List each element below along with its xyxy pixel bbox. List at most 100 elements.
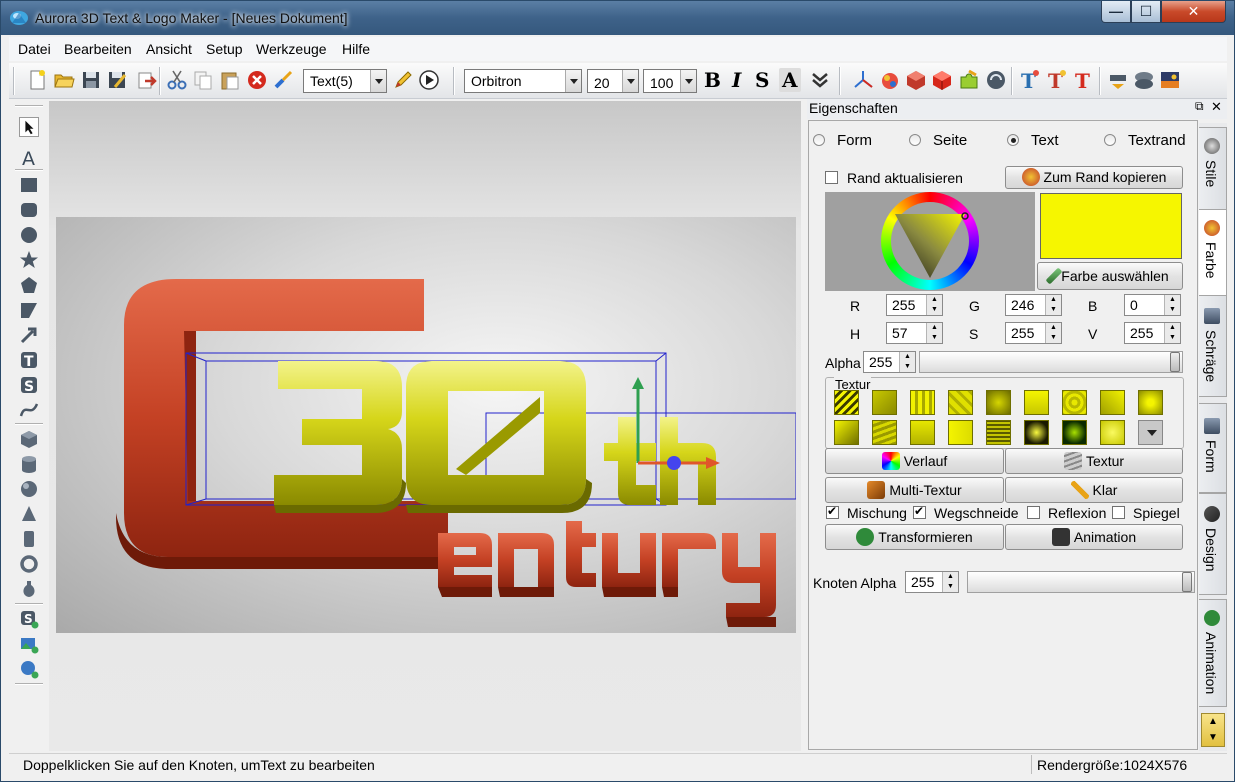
copy-icon[interactable] xyxy=(192,69,214,91)
reflexion-checkbox[interactable] xyxy=(1027,506,1040,519)
red-cube-icon[interactable] xyxy=(931,69,953,91)
r-value-spinner[interactable]: 255 ▲ ▼ xyxy=(886,294,943,316)
sphere-tool-icon[interactable] xyxy=(19,479,39,499)
tab-stile[interactable]: Stile xyxy=(1199,127,1227,219)
slider-thumb[interactable] xyxy=(1170,352,1180,372)
alpha-slider[interactable] xyxy=(919,351,1183,373)
texture-swatch[interactable] xyxy=(872,420,897,445)
multi-textur-button[interactable]: Multi-Textur xyxy=(825,477,1004,503)
chevron-down-icon[interactable] xyxy=(370,70,386,92)
spin-arrows-icon[interactable]: ▲ ▼ xyxy=(926,323,942,343)
text-tool-icon[interactable]: A xyxy=(19,147,39,167)
edit-pencil-icon[interactable] xyxy=(392,69,414,91)
cut-icon[interactable] xyxy=(166,69,188,91)
spiegel-checkbox[interactable] xyxy=(1112,506,1125,519)
torus-icon[interactable] xyxy=(19,554,39,574)
circle-icon[interactable] xyxy=(19,225,39,245)
float-panel-icon[interactable]: ⧉ xyxy=(1195,99,1204,114)
strike-button[interactable]: S xyxy=(755,68,769,92)
texture-more-dropdown[interactable] xyxy=(1138,420,1163,445)
paste-icon[interactable] xyxy=(219,69,241,91)
knoten-alpha-spinner[interactable]: 255 ▲ ▼ xyxy=(905,571,959,593)
texture-swatch[interactable] xyxy=(910,390,935,415)
verlauf-button[interactable]: Verlauf xyxy=(825,448,1004,474)
tab-design[interactable]: Design xyxy=(1199,493,1227,595)
spin-arrows-icon[interactable]: ▲ ▼ xyxy=(942,572,958,592)
spin-arrows-icon[interactable]: ▲ ▼ xyxy=(1164,295,1180,315)
text-object-select[interactable]: Text(5) xyxy=(303,69,387,93)
menu-werkzeuge[interactable]: Werkzeuge xyxy=(256,41,327,57)
close-button[interactable]: ✕ xyxy=(1161,1,1226,23)
text-style-icon[interactable]: T xyxy=(1072,69,1094,91)
menu-ansicht[interactable]: Ansicht xyxy=(146,41,192,57)
texture-swatch[interactable] xyxy=(1138,390,1163,415)
background-image-icon[interactable] xyxy=(1159,69,1181,91)
texture-swatch[interactable] xyxy=(1100,390,1125,415)
canvas-area[interactable] xyxy=(49,101,801,751)
bold-button[interactable]: B xyxy=(704,68,721,92)
cylinder-icon[interactable] xyxy=(19,454,39,474)
text-block-icon[interactable]: T xyxy=(19,350,39,370)
pillar-icon[interactable] xyxy=(19,529,39,549)
texture-swatch[interactable] xyxy=(1062,390,1087,415)
b-value-spinner[interactable]: 0 ▲ ▼ xyxy=(1124,294,1181,316)
cone-icon[interactable] xyxy=(19,504,39,524)
farbe-auswaehlen-button[interactable]: Farbe auswählen xyxy=(1037,262,1183,290)
menu-datei[interactable]: Datei xyxy=(18,41,51,57)
logo-render[interactable] xyxy=(56,217,796,633)
title-bar[interactable]: Aurora 3D Text & Logo Maker - [Neues Dok… xyxy=(1,1,1234,35)
tab-schraege[interactable]: Schräge xyxy=(1199,295,1227,397)
texture-swatch[interactable] xyxy=(948,420,973,445)
text-bevel-icon[interactable]: T xyxy=(1046,69,1068,91)
chevron-down-icon[interactable] xyxy=(680,70,696,92)
texture-swatch[interactable] xyxy=(1024,390,1049,415)
chevron-down-icon[interactable] xyxy=(622,70,638,92)
minimize-button[interactable]: — xyxy=(1101,1,1131,23)
v-value-spinner[interactable]: 255 ▲ ▼ xyxy=(1124,322,1181,344)
texture-swatch[interactable] xyxy=(986,390,1011,415)
tab-animation[interactable]: Animation xyxy=(1199,599,1227,707)
texture-swatch[interactable] xyxy=(872,390,897,415)
add-object-icon[interactable] xyxy=(19,659,39,679)
open-folder-icon[interactable] xyxy=(53,69,75,91)
tab-scroll-arrows[interactable]: ▲ ▼ xyxy=(1201,713,1225,747)
shape-icon[interactable] xyxy=(1133,69,1155,91)
spin-arrows-icon[interactable]: ▲ ▼ xyxy=(1045,295,1061,315)
save-as-icon[interactable] xyxy=(106,69,128,91)
star-icon[interactable] xyxy=(19,250,39,270)
rand-aktualisieren-checkbox[interactable] xyxy=(825,171,838,184)
texture-swatch[interactable] xyxy=(910,420,935,445)
textur-button[interactable]: Textur xyxy=(1005,448,1183,474)
scale-select[interactable]: 100 xyxy=(643,69,697,93)
more-options-icon[interactable] xyxy=(809,69,831,91)
puzzle-icon[interactable] xyxy=(958,69,980,91)
text-effect-icon[interactable]: T xyxy=(1019,69,1041,91)
color-wheel-area[interactable] xyxy=(825,192,1035,291)
zum-rand-kopieren-button[interactable]: Zum Rand kopieren xyxy=(1005,166,1183,189)
select-arrow-icon[interactable] xyxy=(19,117,39,137)
texture-swatch[interactable] xyxy=(834,390,859,415)
saturation-triangle[interactable] xyxy=(881,192,979,290)
italic-button[interactable]: I xyxy=(732,68,741,92)
clear-brush-icon[interactable] xyxy=(272,69,294,91)
spin-arrows-icon[interactable]: ▲ ▼ xyxy=(1045,323,1061,343)
cube-icon[interactable] xyxy=(19,429,39,449)
animation-button[interactable]: Animation xyxy=(1005,524,1183,550)
colorize-object-icon[interactable] xyxy=(879,69,901,91)
klar-button[interactable]: Klar xyxy=(1005,477,1183,503)
mischung-checkbox[interactable] xyxy=(826,504,839,519)
add-symbol-icon[interactable]: S xyxy=(19,609,39,629)
play-icon[interactable] xyxy=(418,69,440,91)
texture-swatch[interactable] xyxy=(1100,420,1125,445)
export-icon[interactable] xyxy=(135,69,157,91)
g-value-spinner[interactable]: 246 ▲ ▼ xyxy=(1005,294,1062,316)
texture-swatch[interactable] xyxy=(834,420,859,445)
new-document-icon[interactable] xyxy=(26,69,48,91)
rounded-rectangle-icon[interactable] xyxy=(19,200,39,220)
shape-cut-icon[interactable] xyxy=(19,300,39,320)
sphere-icon[interactable] xyxy=(985,69,1007,91)
transformieren-button[interactable]: Transformieren xyxy=(825,524,1004,550)
texture-swatch[interactable] xyxy=(948,390,973,415)
texture-swatch[interactable] xyxy=(986,420,1011,445)
knoten-alpha-slider[interactable] xyxy=(967,571,1195,593)
